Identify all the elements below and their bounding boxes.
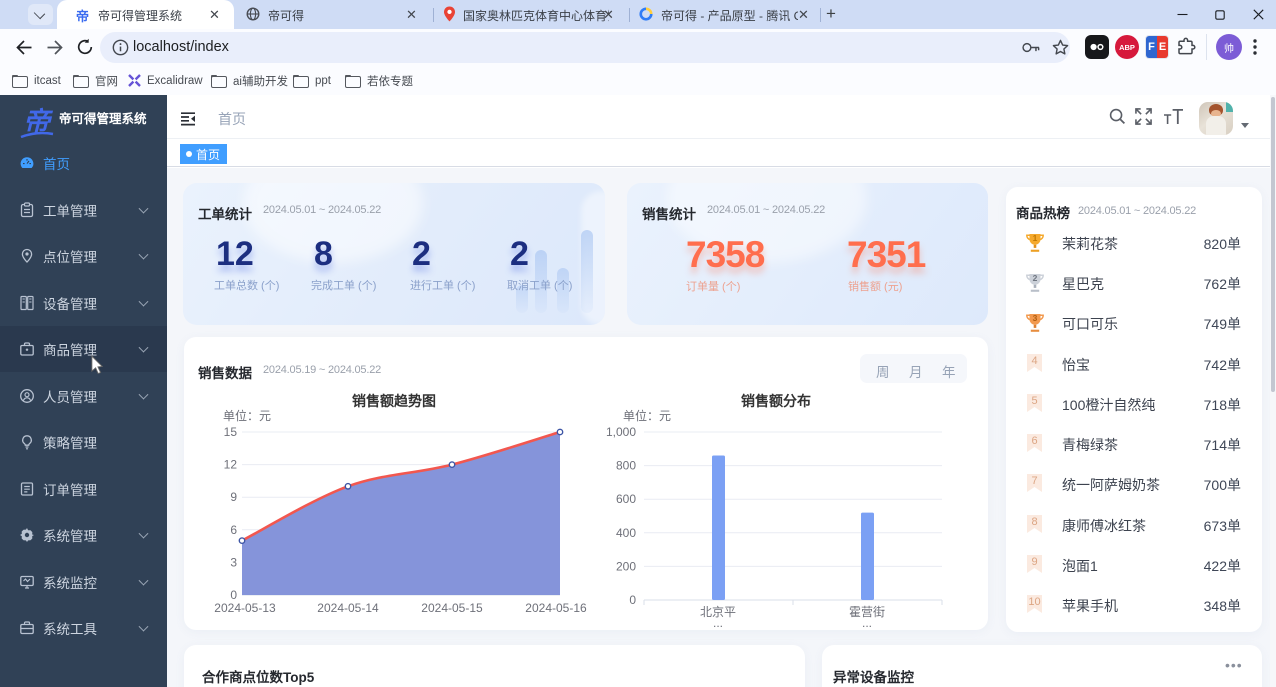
svg-text:15: 15	[224, 425, 238, 439]
svg-text:1,000: 1,000	[606, 425, 636, 439]
svg-text:800: 800	[616, 459, 636, 473]
svg-text:2024-05-16: 2024-05-16	[525, 601, 587, 615]
svg-text:400: 400	[616, 526, 636, 540]
svg-text:...: ...	[713, 616, 723, 630]
svg-text:2024-05-13: 2024-05-13	[214, 601, 276, 615]
svg-text:0: 0	[230, 588, 237, 602]
svg-text:200: 200	[616, 559, 636, 573]
svg-text:1: 1	[1033, 233, 1038, 243]
svg-text:3: 3	[230, 555, 237, 569]
svg-text:2024-05-15: 2024-05-15	[421, 601, 483, 615]
svg-text:0: 0	[629, 593, 636, 607]
svg-text:2024-05-14: 2024-05-14	[317, 601, 379, 615]
svg-text:6: 6	[230, 523, 237, 537]
svg-text:...: ...	[862, 616, 872, 630]
svg-text:600: 600	[616, 492, 636, 506]
svg-text:单位：元: 单位：元	[623, 408, 671, 423]
svg-text:单位：元: 单位：元	[223, 408, 271, 423]
svg-text:3: 3	[1033, 313, 1038, 323]
svg-text:9: 9	[230, 490, 237, 504]
svg-text:12: 12	[224, 458, 238, 472]
svg-text:2: 2	[1033, 273, 1038, 283]
